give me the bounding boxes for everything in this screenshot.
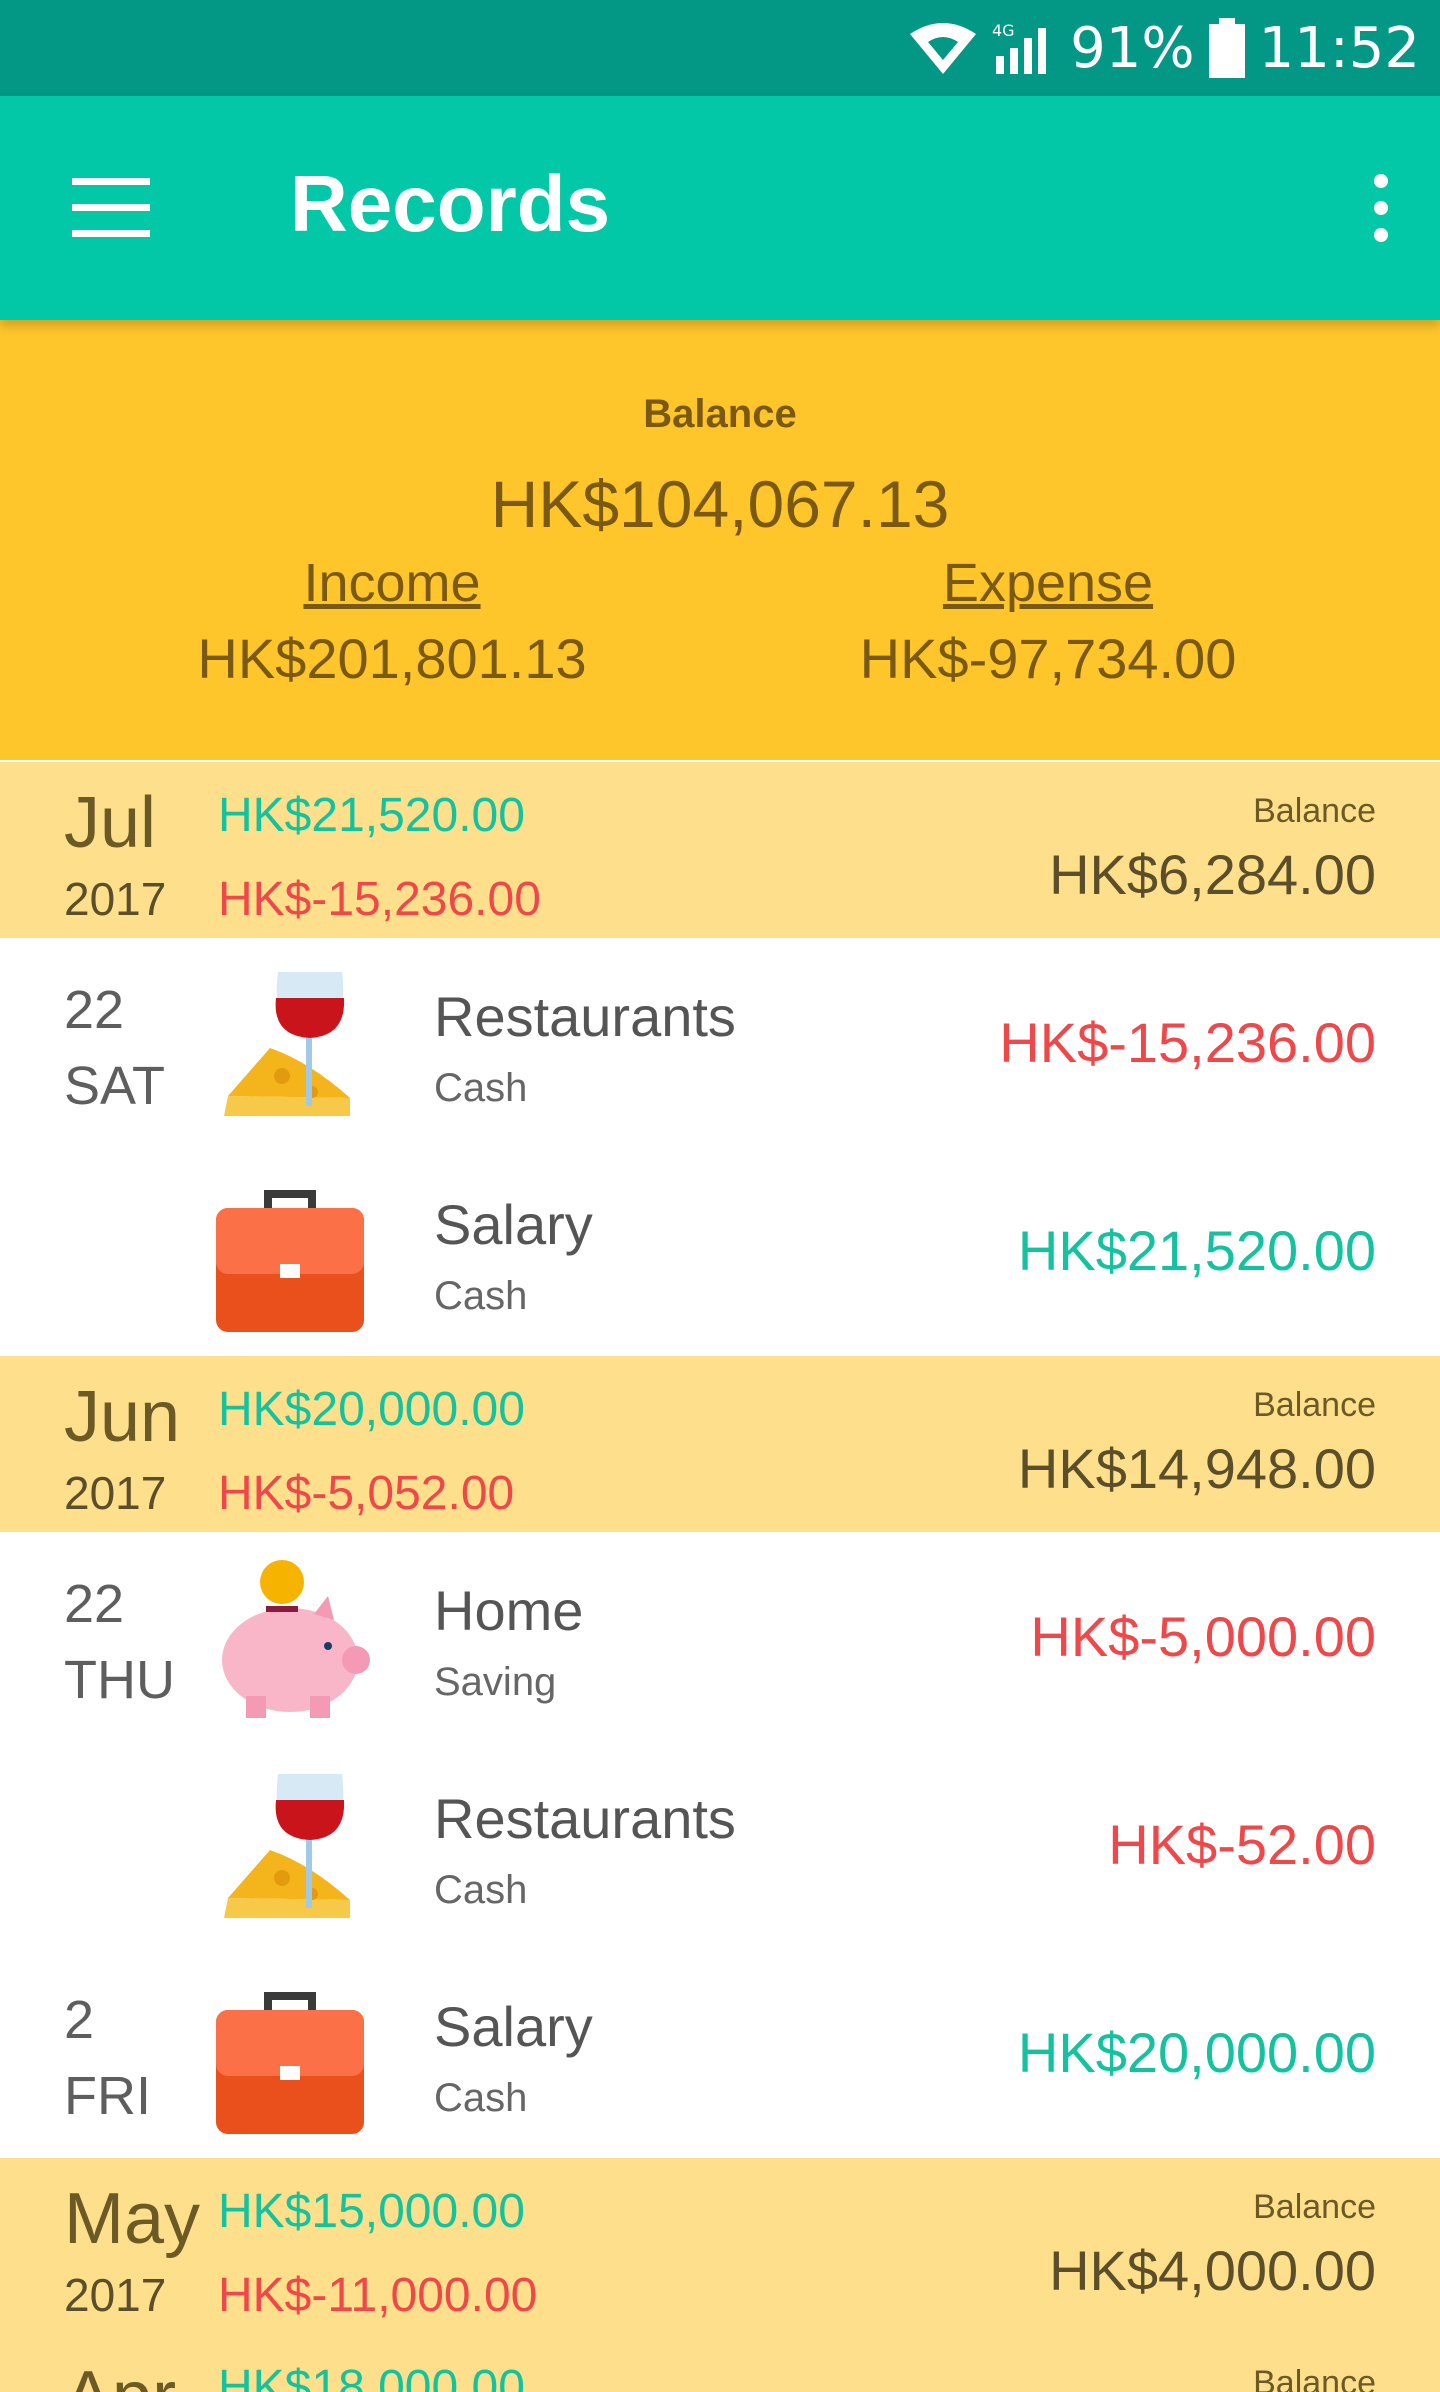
record-account: Cash: [434, 1066, 528, 1110]
month-name: Jun: [64, 1377, 181, 1457]
month-header-jun[interactable]: Jun 2017 HK$20,000.00 HK$-5,052.00 Balan…: [0, 1356, 1440, 1532]
month-year: 2017: [64, 1467, 167, 1519]
page-title: Records: [290, 159, 611, 248]
record-amount: HK$-15,236.00: [999, 1011, 1376, 1074]
month-year: 2017: [64, 2269, 167, 2321]
record-date: 22 THU: [64, 1566, 175, 1718]
status-bar: 4G 91% 11:52: [0, 0, 1440, 96]
month-header-apr[interactable]: Apr HK$18,000.00 Balance: [0, 2334, 1440, 2392]
record-weekday: FRI: [64, 2066, 151, 2126]
record-amount: HK$-5,000.00: [1030, 1605, 1376, 1668]
record-row[interactable]: Restaurants Cash HK$-52.00: [0, 1740, 1440, 1948]
balance-summary: Balance HK$104,067.13 Income HK$201,801.…: [0, 320, 1440, 760]
battery-icon: [1208, 18, 1245, 78]
month-balance-value: HK$6,284.00: [1049, 843, 1376, 906]
record-category: Restaurants: [434, 985, 736, 1048]
status-icons: 4G 91% 11:52: [908, 0, 1420, 96]
record-category: Restaurants: [434, 1787, 736, 1850]
record-account: Cash: [434, 1868, 528, 1912]
month-name: Jul: [64, 783, 157, 863]
month-balance-label: Balance: [1253, 2364, 1376, 2392]
record-row[interactable]: 22 SAT Restaurants Cash HK$-15,236.00: [0, 938, 1440, 1146]
record-amount: HK$-52.00: [1108, 1813, 1376, 1876]
month-balance-value: HK$4,000.00: [1049, 2239, 1376, 2302]
record-weekday: THU: [64, 1650, 175, 1710]
record-account: Saving: [434, 1660, 557, 1704]
wine-cheese-icon: [224, 972, 350, 1116]
briefcase-icon: [216, 1190, 364, 1332]
month-expense: HK$-5,052.00: [218, 1467, 515, 1520]
expense-label[interactable]: Expense: [788, 552, 1308, 614]
record-date: 2 FRI: [64, 1982, 151, 2134]
menu-icon[interactable]: [72, 178, 152, 238]
income-summary[interactable]: Income HK$201,801.13: [132, 552, 652, 691]
month-year: 2017: [64, 873, 167, 925]
record-day: 2: [64, 1990, 95, 2050]
record-category: Salary: [434, 1193, 593, 1256]
income-label[interactable]: Income: [132, 552, 652, 614]
expense-summary[interactable]: Expense HK$-97,734.00: [788, 552, 1308, 691]
record-day: 22: [64, 1574, 125, 1634]
wifi-icon: [910, 23, 977, 74]
battery-percentage: 91%: [1070, 15, 1195, 81]
record-account: Cash: [434, 2076, 528, 2120]
month-income: HK$20,000.00: [218, 1383, 525, 1436]
month-income: HK$15,000.00: [218, 2185, 525, 2238]
record-date: 22 SAT: [64, 972, 165, 1124]
month-balance-label: Balance: [1253, 1386, 1376, 1424]
month-header-jul[interactable]: Jul 2017 HK$21,520.00 HK$-15,236.00 Bala…: [0, 762, 1440, 938]
month-balance-value: HK$14,948.00: [1017, 1437, 1376, 1500]
record-weekday: SAT: [64, 1056, 166, 1116]
record-category: Salary: [434, 1995, 593, 2058]
wine-cheese-icon: [224, 1774, 350, 1918]
expense-value: HK$-97,734.00: [859, 627, 1237, 690]
cell-signal-icon: 4G: [992, 21, 1047, 74]
record-amount: HK$21,520.00: [1017, 1219, 1376, 1282]
month-balance-label: Balance: [1253, 2188, 1376, 2226]
record-row[interactable]: 2 FRI Salary Cash HK$20,000.00: [0, 1948, 1440, 2156]
piggy-bank-icon: [222, 1560, 370, 1718]
balance-label: Balance: [643, 392, 797, 436]
month-income: HK$18,000.00: [218, 2361, 525, 2392]
balance-value: HK$104,067.13: [490, 467, 950, 541]
month-name: May: [64, 2179, 201, 2259]
record-row[interactable]: 22 THU Home Saving HK$-5,000.00: [0, 1532, 1440, 1740]
month-name: Apr: [64, 2356, 176, 2392]
clock: 11:52: [1258, 15, 1420, 81]
month-income: HK$21,520.00: [218, 789, 525, 842]
month-balance-label: Balance: [1253, 792, 1376, 830]
record-account: Cash: [434, 1274, 528, 1318]
svg-text:4G: 4G: [992, 21, 1015, 40]
month-expense: HK$-15,236.00: [218, 873, 541, 926]
app-bar: Records: [0, 96, 1440, 320]
record-row[interactable]: Salary Cash HK$21,520.00: [0, 1146, 1440, 1354]
record-category: Home: [434, 1579, 584, 1642]
month-expense: HK$-11,000.00: [218, 2269, 538, 2322]
record-day: 22: [64, 980, 125, 1040]
record-amount: HK$20,000.00: [1017, 2021, 1376, 2084]
briefcase-icon: [216, 1992, 364, 2134]
month-header-may[interactable]: May 2017 HK$15,000.00 HK$-11,000.00 Bala…: [0, 2158, 1440, 2334]
more-options-icon[interactable]: [1360, 168, 1400, 248]
income-value: HK$201,801.13: [197, 627, 587, 690]
